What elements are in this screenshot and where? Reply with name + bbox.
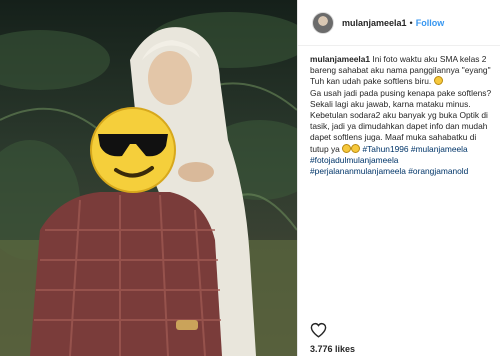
post-actions [310,322,327,343]
avatar[interactable] [312,11,334,34]
hashtag-link[interactable]: #Tahun1996 [362,144,408,154]
hashtag-link[interactable]: #fotojadulmulanjameela [310,155,398,165]
hashtag-link[interactable]: #orangjamanold [408,166,468,176]
emoji-icon [433,76,443,86]
heart-outline-icon[interactable] [310,322,327,338]
sunglasses-emoji-icon [90,107,176,193]
post-photo[interactable] [0,0,297,356]
follow-button[interactable]: Follow [416,18,445,28]
emoji-icon [342,143,352,153]
separator-dot: • [409,17,413,28]
caption-username[interactable]: mulanjameela1 [310,54,370,64]
hashtag-link[interactable]: #mulanjameela [411,144,468,154]
photo-illustration [0,0,297,356]
caption-text-2: Tuh kan udah pake softlens biru. [310,76,434,87]
emoji-icon [351,143,361,153]
like-count[interactable]: 3.776 likes [310,344,355,354]
post-caption: mulanjameela1 Ini foto waktu aku SMA kel… [298,46,500,177]
post-sidebar: mulanjameela1 • Follow mulanjameela1 Ini… [297,0,500,356]
post-header: mulanjameela1 • Follow [298,0,500,46]
hashtag-link[interactable]: #perjalananmulanjameela [310,166,406,176]
post-username[interactable]: mulanjameela1 [342,18,407,28]
